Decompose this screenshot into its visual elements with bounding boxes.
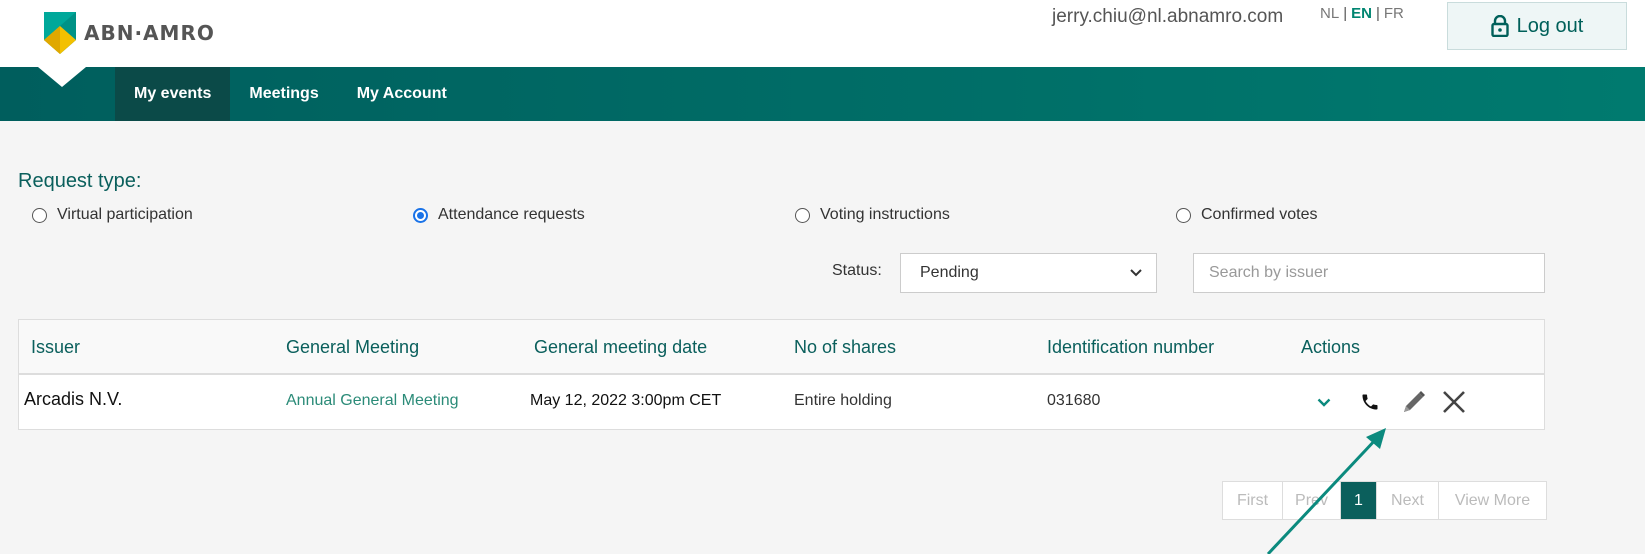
radio-label: Confirmed votes [1201, 206, 1318, 223]
col-general-meeting: General Meeting [286, 337, 420, 357]
contact-button[interactable] [1355, 387, 1385, 417]
phone-icon [1362, 394, 1378, 410]
cancel-request-button[interactable] [1439, 387, 1469, 417]
col-actions: Actions [1301, 337, 1361, 357]
cell-id-number: 031680 [1047, 392, 1101, 409]
pencil-icon [1404, 391, 1425, 412]
status-label: Status: [832, 262, 882, 279]
brand-logo[interactable]: ABN·AMRO [44, 12, 215, 54]
table-header: Issuer General Meeting General meeting d… [19, 320, 1544, 375]
radio-dot [32, 207, 47, 223]
nav-notch [38, 67, 86, 87]
radio-label: Virtual participation [57, 206, 193, 223]
status-value: Pending [920, 264, 979, 281]
col-issuer: Issuer [31, 337, 81, 357]
nav-my-account[interactable]: My Account [338, 67, 466, 121]
user-email: jerry.chiu@nl.abnamro.com [1052, 6, 1284, 27]
language-switcher: NL | EN | FR [1320, 5, 1404, 22]
radio-attendance-requests[interactable]: Attendance requests [413, 206, 585, 224]
edit-button[interactable] [1399, 387, 1429, 417]
nav-my-events[interactable]: My events [115, 67, 231, 121]
lang-nl[interactable]: NL [1320, 5, 1339, 22]
close-icon [1443, 391, 1465, 413]
search-issuer-input[interactable] [1193, 253, 1545, 293]
radio-dot [795, 207, 810, 223]
col-meeting-date: General meeting date [534, 337, 708, 357]
radio-confirmed-votes[interactable]: Confirmed votes [1176, 206, 1318, 224]
radio-dot [1176, 207, 1191, 223]
col-id-number: Identification number [1047, 337, 1215, 357]
abn-amro-shield-icon [44, 12, 76, 54]
chevron-down-icon [1317, 398, 1331, 407]
chevron-down-icon [1130, 269, 1142, 277]
status-select[interactable]: Pending [900, 253, 1157, 293]
radio-label: Attendance requests [438, 206, 585, 223]
page-view-more[interactable]: View More [1439, 482, 1546, 519]
lang-separator: | [1375, 5, 1380, 22]
radio-dot-selected [413, 207, 428, 223]
lang-fr[interactable]: FR [1384, 5, 1404, 22]
brand-name: ABN·AMRO [84, 21, 215, 45]
request-type-label: Request type: [18, 170, 142, 192]
expand-row-button[interactable] [1309, 387, 1339, 417]
logout-button[interactable]: Log out [1447, 2, 1627, 50]
lang-separator: | [1343, 5, 1348, 22]
main-nav: My events Meetings My Account [0, 67, 1645, 121]
cell-issuer: Arcadis N.V. [24, 389, 123, 409]
annotation-arrow [1266, 428, 1386, 554]
nav-meetings[interactable]: Meetings [230, 67, 337, 121]
logout-label: Log out [1516, 14, 1584, 37]
radio-virtual-participation[interactable]: Virtual participation [32, 206, 193, 224]
table-row: Arcadis N.V. Annual General Meeting May … [19, 375, 1544, 429]
col-shares: No of shares [794, 337, 897, 357]
top-header: ABN·AMRO jerry.chiu@nl.abnamro.com NL | … [0, 0, 1645, 67]
radio-voting-instructions[interactable]: Voting instructions [795, 206, 950, 224]
radio-label: Voting instructions [820, 206, 950, 223]
cell-shares: Entire holding [794, 392, 892, 409]
cell-meeting-date: May 12, 2022 3:00pm CET [530, 392, 722, 409]
events-table: Issuer General Meeting General meeting d… [18, 319, 1545, 430]
cell-general-meeting-link[interactable]: Annual General Meeting [286, 392, 459, 410]
lang-en[interactable]: EN [1351, 5, 1372, 22]
row-actions [1309, 387, 1469, 417]
lock-icon [1490, 15, 1509, 37]
